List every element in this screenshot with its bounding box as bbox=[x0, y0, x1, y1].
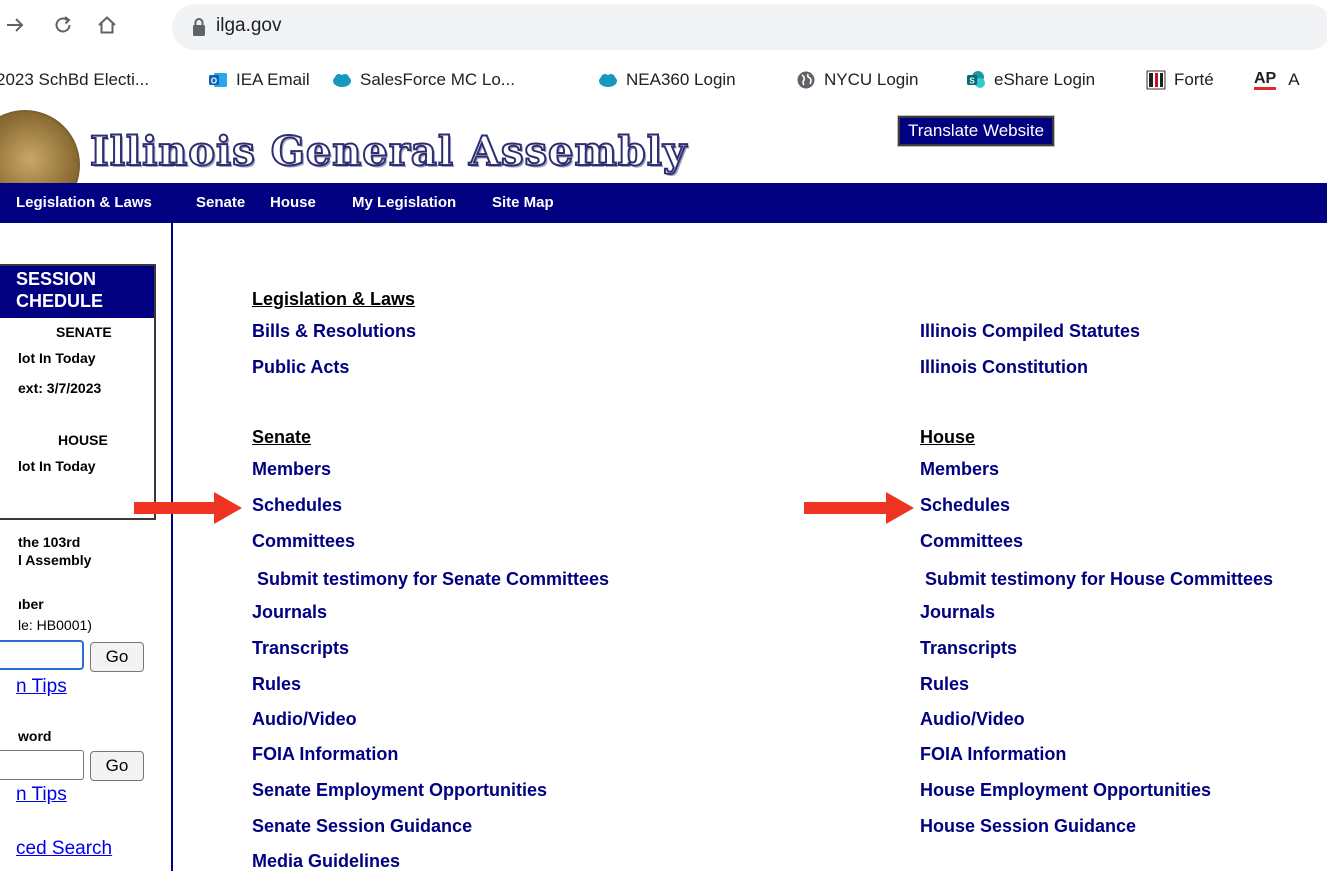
senate-next-date: ext: 3/7/2023 bbox=[18, 380, 102, 396]
globe-icon bbox=[797, 71, 815, 89]
svg-text:S: S bbox=[969, 77, 975, 86]
assembly-line1: the 103rd bbox=[18, 534, 81, 550]
translate-website-button[interactable]: Translate Website bbox=[896, 115, 1056, 147]
forte-icon bbox=[1146, 70, 1166, 90]
salesforce-cloud-icon bbox=[333, 74, 351, 87]
bill-number-label: ıber bbox=[18, 596, 44, 612]
site-header: Illinois General Assembly Translate Webs… bbox=[0, 100, 1327, 220]
bookmark-label: eShare Login bbox=[994, 70, 1096, 89]
assembly-line2: l Assembly bbox=[18, 552, 92, 568]
senate-link-schedules[interactable]: Schedules bbox=[252, 495, 342, 516]
bookmark-label: IEA Email bbox=[236, 70, 310, 89]
senate-label: SENATE bbox=[56, 324, 112, 340]
nav-legislation-laws[interactable]: Legislation & Laws bbox=[16, 194, 152, 211]
senate-link-audio-video[interactable]: Audio/Video bbox=[252, 709, 357, 730]
house-link-committees[interactable]: Committees bbox=[920, 531, 1023, 552]
link-public-acts[interactable]: Public Acts bbox=[252, 357, 349, 378]
nav-house[interactable]: House bbox=[270, 194, 316, 211]
keyword-go-button[interactable]: Go bbox=[90, 751, 144, 781]
house-link-schedules[interactable]: Schedules bbox=[920, 495, 1010, 516]
house-link-employment[interactable]: House Employment Opportunities bbox=[920, 780, 1211, 801]
outlook-icon: O bbox=[209, 73, 227, 87]
house-link-transcripts[interactable]: Transcripts bbox=[920, 638, 1017, 659]
browser-toolbar: ilga.gov bbox=[0, 0, 1327, 60]
bookmark-label: SalesForce MC Lo... bbox=[360, 70, 515, 89]
senate-status: lot In Today bbox=[18, 350, 96, 366]
house-link-foia[interactable]: FOIA Information bbox=[920, 744, 1066, 765]
bookmark-label: NYCU Login bbox=[824, 70, 919, 89]
bill-search-tips-link[interactable]: n Tips bbox=[16, 676, 67, 698]
bill-go-button[interactable]: Go bbox=[90, 642, 144, 672]
bookmark-label: A bbox=[1288, 70, 1300, 89]
bookmark-salesforce[interactable]: SalesForce MC Lo... bbox=[332, 68, 515, 92]
senate-link-committees[interactable]: Committees bbox=[252, 531, 355, 552]
nav-my-legislation[interactable]: My Legislation bbox=[352, 194, 456, 211]
senate-link-members[interactable]: Members bbox=[252, 459, 331, 480]
lock-icon bbox=[193, 18, 205, 36]
legislation-laws-heading: Legislation & Laws bbox=[252, 289, 416, 309]
session-schedule-header: SESSION CHEDULE bbox=[0, 266, 154, 320]
bookmark-label: Forté bbox=[1174, 70, 1214, 89]
house-link-audio-video[interactable]: Audio/Video bbox=[920, 709, 1025, 730]
senate-link-session-guidance[interactable]: Senate Session Guidance bbox=[252, 816, 472, 837]
session-title-line2: CHEDULE bbox=[16, 291, 104, 311]
bookmark-iea-email[interactable]: O IEA Email bbox=[208, 68, 310, 92]
link-illinois-constitution[interactable]: Illinois Constitution bbox=[920, 357, 1088, 378]
bill-example: le: HB0001) bbox=[18, 617, 92, 633]
session-schedule-box: SESSION CHEDULE SENATE lot In Today ext:… bbox=[0, 264, 156, 520]
senate-link-rules[interactable]: Rules bbox=[252, 674, 301, 695]
house-status: lot In Today bbox=[18, 458, 96, 474]
keyword-input[interactable] bbox=[0, 750, 84, 780]
forward-icon[interactable] bbox=[0, 12, 32, 46]
address-bar[interactable]: ilga.gov bbox=[172, 4, 1327, 50]
bookmark-label: NEA360 Login bbox=[626, 70, 736, 89]
keyword-search-tips-link[interactable]: n Tips bbox=[16, 784, 67, 806]
red-arrow-house-schedules bbox=[804, 492, 914, 524]
senate-link-submit-testimony[interactable]: Submit testimony for Senate Committees bbox=[252, 569, 609, 590]
url-text: ilga.gov bbox=[216, 15, 282, 36]
bookmark-schbd[interactable]: 2023 SchBd Electi... bbox=[0, 68, 149, 92]
senate-link-media-guidelines[interactable]: Media Guidelines bbox=[252, 851, 400, 872]
senate-link-foia[interactable]: FOIA Information bbox=[252, 744, 398, 765]
link-compiled-statutes[interactable]: Illinois Compiled Statutes bbox=[920, 321, 1140, 342]
nav-senate[interactable]: Senate bbox=[196, 194, 245, 211]
session-title-line1: SESSION bbox=[16, 269, 97, 289]
senate-link-employment[interactable]: Senate Employment Opportunities bbox=[252, 780, 547, 801]
house-link-journals[interactable]: Journals bbox=[920, 602, 995, 623]
svg-text:O: O bbox=[211, 77, 217, 86]
link-bills-resolutions[interactable]: Bills & Resolutions bbox=[252, 321, 416, 342]
bill-number-input[interactable] bbox=[0, 640, 84, 670]
site-title[interactable]: Illinois General Assembly bbox=[89, 127, 687, 176]
sharepoint-icon: S bbox=[967, 71, 985, 88]
senate-link-transcripts[interactable]: Transcripts bbox=[252, 638, 349, 659]
senate-link-journals[interactable]: Journals bbox=[252, 602, 327, 623]
keyword-label: word bbox=[18, 728, 52, 744]
senate-heading: Senate bbox=[252, 427, 312, 447]
bookmark-label: 2023 SchBd Electi... bbox=[0, 70, 150, 89]
bookmark-eshare[interactable]: S eShare Login bbox=[966, 68, 1095, 92]
salesforce-cloud-icon bbox=[599, 74, 617, 87]
red-arrow-senate-schedules bbox=[134, 492, 242, 524]
home-icon[interactable] bbox=[90, 12, 124, 46]
house-label: HOUSE bbox=[58, 432, 108, 448]
bookmark-nycu[interactable]: NYCU Login bbox=[796, 68, 919, 92]
ap-logo: AP bbox=[1254, 70, 1277, 90]
nav-site-map[interactable]: Site Map bbox=[492, 194, 554, 211]
advanced-search-link[interactable]: ced Search bbox=[16, 838, 112, 860]
reload-icon[interactable] bbox=[46, 12, 80, 46]
house-link-submit-testimony[interactable]: Submit testimony for House Committees bbox=[920, 569, 1327, 590]
sidebar-divider bbox=[171, 223, 173, 871]
house-heading: House bbox=[920, 427, 976, 447]
bookmark-forte[interactable]: Forté bbox=[1146, 68, 1214, 92]
bookmark-nea360[interactable]: NEA360 Login bbox=[598, 68, 736, 92]
bookmark-ap[interactable]: AP A bbox=[1254, 68, 1300, 92]
house-link-members[interactable]: Members bbox=[920, 459, 999, 480]
main-nav: Legislation & Laws Senate House My Legis… bbox=[0, 183, 1327, 223]
house-link-session-guidance[interactable]: House Session Guidance bbox=[920, 816, 1136, 837]
house-link-rules[interactable]: Rules bbox=[920, 674, 969, 695]
bookmarks-bar: 2023 SchBd Electi... O IEA Email SalesFo… bbox=[0, 60, 1327, 100]
